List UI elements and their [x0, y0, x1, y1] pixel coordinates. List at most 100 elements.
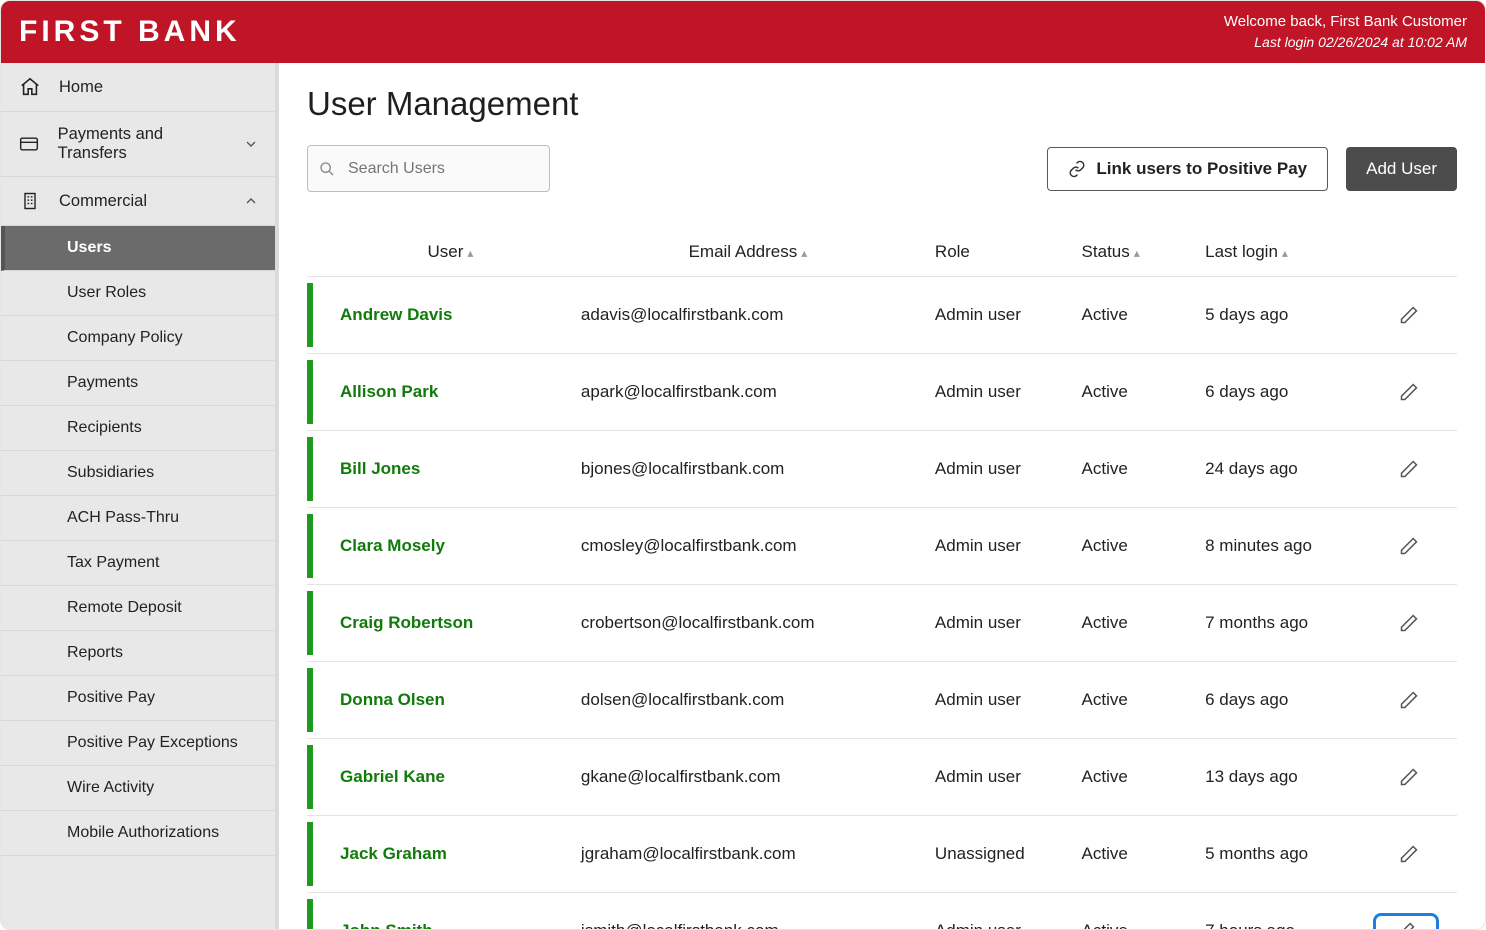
user-role: Admin user	[925, 585, 1072, 662]
user-status: Active	[1072, 816, 1196, 893]
user-status: Active	[1072, 354, 1196, 431]
add-user-label: Add User	[1366, 159, 1437, 178]
nav-label: Home	[59, 78, 103, 97]
user-status: Active	[1072, 893, 1196, 930]
pencil-icon	[1399, 382, 1419, 402]
pencil-icon	[1399, 844, 1419, 864]
row-status-bar	[307, 745, 313, 809]
nav-label: Payments and Transfers	[58, 125, 227, 163]
user-email: jgraham@localfirstbank.com	[571, 816, 925, 893]
sidebar-item-ach-pass-thru[interactable]: ACH Pass-Thru	[1, 496, 275, 541]
edit-user-button[interactable]	[1387, 682, 1431, 718]
user-last-login: 24 days ago	[1195, 431, 1363, 508]
nav-item-commercial[interactable]: Commercial	[1, 177, 275, 226]
user-email: apark@localfirstbank.com	[571, 354, 925, 431]
user-role: Admin user	[925, 431, 1072, 508]
add-user-button[interactable]: Add User	[1346, 147, 1457, 191]
user-role: Admin user	[925, 277, 1072, 354]
edit-user-button[interactable]	[1387, 374, 1431, 410]
pencil-icon	[1396, 921, 1416, 929]
sidebar-item-label: Wire Activity	[67, 779, 154, 797]
main-content: User Management Link users to Positive P…	[279, 63, 1485, 929]
table-row: Andrew Davisadavis@localfirstbank.comAdm…	[307, 277, 1457, 354]
edit-user-button[interactable]	[1387, 836, 1431, 872]
user-email: gkane@localfirstbank.com	[571, 739, 925, 816]
sidebar-item-label: Reports	[67, 644, 123, 662]
col-role[interactable]: Role	[925, 242, 1072, 277]
sidebar-item-recipients[interactable]: Recipients	[1, 406, 275, 451]
user-name-link[interactable]: Jack Graham	[340, 844, 447, 863]
sidebar-item-label: User Roles	[67, 284, 146, 302]
user-last-login: 13 days ago	[1195, 739, 1363, 816]
edit-user-button[interactable]	[1387, 451, 1431, 487]
user-name-link[interactable]: Bill Jones	[340, 459, 420, 478]
user-email: cmosley@localfirstbank.com	[571, 508, 925, 585]
sidebar-item-positive-pay-exceptions[interactable]: Positive Pay Exceptions	[1, 721, 275, 766]
user-name-link[interactable]: Craig Robertson	[340, 613, 473, 632]
user-last-login: 6 days ago	[1195, 354, 1363, 431]
user-role: Admin user	[925, 893, 1072, 930]
user-name-link[interactable]: Clara Mosely	[340, 536, 445, 555]
sidebar: Home Payments and Transfers Commercial User…	[1, 63, 279, 929]
table-row: Donna Olsendolsen@localfirstbank.comAdmi…	[307, 662, 1457, 739]
edit-user-button[interactable]	[1387, 605, 1431, 641]
edit-user-button[interactable]	[1373, 913, 1439, 929]
nav-item-payments-and-transfers[interactable]: Payments and Transfers	[1, 112, 275, 177]
user-role: Admin user	[925, 508, 1072, 585]
user-last-login: 7 hours ago	[1195, 893, 1363, 930]
user-last-login: 8 minutes ago	[1195, 508, 1363, 585]
edit-user-button[interactable]	[1387, 297, 1431, 333]
sidebar-item-wire-activity[interactable]: Wire Activity	[1, 766, 275, 811]
home-icon	[17, 76, 43, 98]
link-positive-pay-button[interactable]: Link users to Positive Pay	[1047, 147, 1328, 191]
sidebar-item-user-roles[interactable]: User Roles	[1, 271, 275, 316]
table-row: Gabriel Kane gkane@localfirstbank.comAdmi…	[307, 739, 1457, 816]
search-input[interactable]	[307, 145, 550, 192]
user-last-login: 5 months ago	[1195, 816, 1363, 893]
pencil-icon	[1399, 767, 1419, 787]
sidebar-item-mobile-authorizations[interactable]: Mobile Authorizations	[1, 811, 275, 856]
sidebar-item-label: Recipients	[67, 419, 142, 437]
user-name-link[interactable]: Donna Olsen	[340, 690, 445, 709]
sort-icon: ▴	[801, 246, 807, 260]
sidebar-item-remote-deposit[interactable]: Remote Deposit	[1, 586, 275, 631]
row-status-bar	[307, 514, 313, 578]
col-user[interactable]: User▴	[330, 242, 571, 277]
card-icon	[17, 134, 42, 154]
sidebar-item-company-policy[interactable]: Company Policy	[1, 316, 275, 361]
chevron-down-icon	[243, 136, 259, 152]
user-name-link[interactable]: John Smith	[340, 921, 433, 929]
user-role: Admin user	[925, 739, 1072, 816]
sidebar-item-users[interactable]: Users	[1, 226, 275, 271]
sort-icon: ▴	[1134, 246, 1140, 260]
user-name-link[interactable]: Andrew Davis	[340, 305, 452, 324]
user-status: Active	[1072, 585, 1196, 662]
pencil-icon	[1399, 613, 1419, 633]
link-icon	[1068, 160, 1086, 178]
user-role: Admin user	[925, 354, 1072, 431]
edit-user-button[interactable]	[1387, 759, 1431, 795]
sidebar-item-label: Subsidiaries	[67, 464, 154, 482]
nav-item-home[interactable]: Home	[1, 63, 275, 112]
col-last-login[interactable]: Last login▴	[1195, 242, 1363, 277]
user-last-login: 5 days ago	[1195, 277, 1363, 354]
user-name-link[interactable]: Allison Park	[340, 382, 438, 401]
nav-label: Commercial	[59, 192, 147, 211]
sidebar-item-subsidiaries[interactable]: Subsidiaries	[1, 451, 275, 496]
sidebar-item-positive-pay[interactable]: Positive Pay	[1, 676, 275, 721]
col-status[interactable]: Status▴	[1072, 242, 1196, 277]
search-icon	[319, 161, 335, 177]
sidebar-item-reports[interactable]: Reports	[1, 631, 275, 676]
user-name-link[interactable]: Gabriel Kane	[340, 767, 445, 786]
table-row: Clara Mosely cmosley@localfirstbank.comAd…	[307, 508, 1457, 585]
user-role: Admin user	[925, 662, 1072, 739]
row-status-bar	[307, 668, 313, 732]
sidebar-item-payments[interactable]: Payments	[1, 361, 275, 406]
user-last-login: 7 months ago	[1195, 585, 1363, 662]
page-title: User Management	[307, 85, 1457, 123]
sidebar-item-tax-payment[interactable]: Tax Payment	[1, 541, 275, 586]
row-status-bar	[307, 591, 313, 655]
edit-user-button[interactable]	[1387, 528, 1431, 564]
user-status: Active	[1072, 431, 1196, 508]
col-email[interactable]: Email Address▴	[571, 242, 925, 277]
